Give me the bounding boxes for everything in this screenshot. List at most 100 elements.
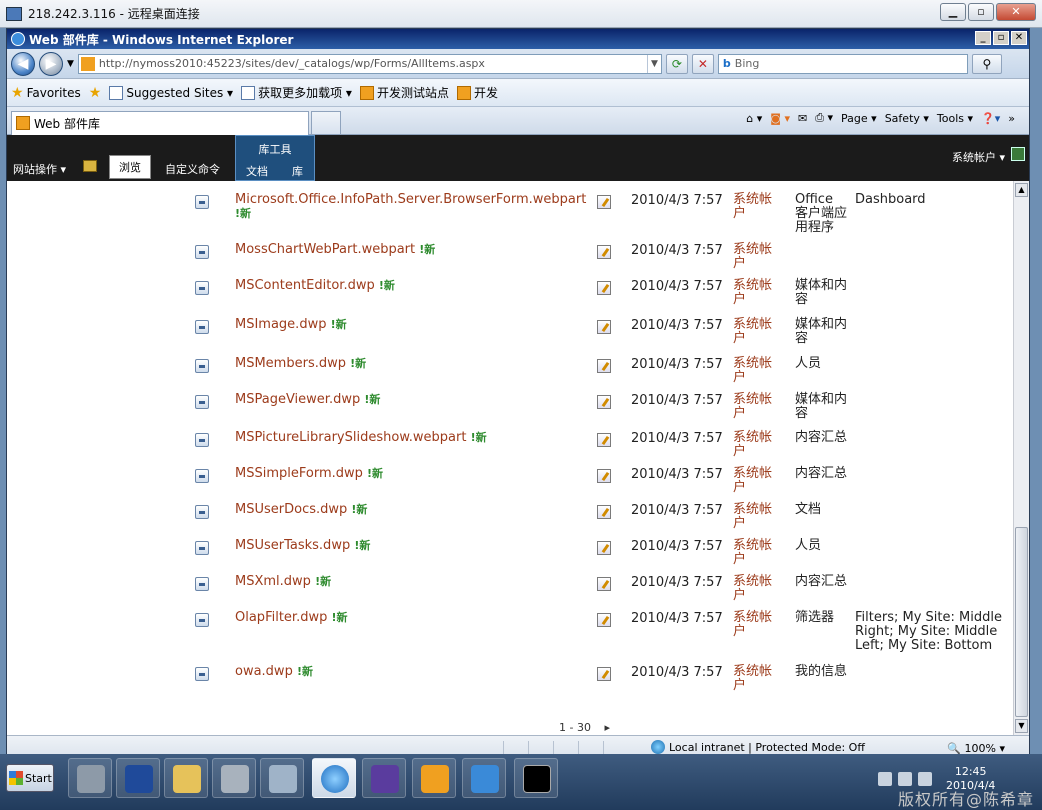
back-button[interactable]: ◀ [11, 51, 35, 76]
modified-by-link[interactable]: 系统帐户 [733, 357, 781, 385]
fav-item-dev[interactable]: 开发 [456, 84, 498, 101]
scroll-up-icon[interactable]: ▲ [1015, 183, 1028, 197]
tools-icon[interactable] [212, 758, 256, 798]
print-icon[interactable]: ⎙ ▾ [815, 111, 833, 125]
item-name-link[interactable]: MSUserDocs.dwp !新 [235, 503, 585, 517]
edit-icon[interactable] [597, 541, 611, 555]
help-icon[interactable]: ❓▾ [981, 112, 1000, 125]
item-name-link[interactable]: MSMembers.dwp !新 [235, 357, 585, 371]
search-input[interactable]: b Bing [717, 53, 968, 74]
tab-browse[interactable]: 浏览 [109, 155, 151, 179]
network-icon[interactable] [898, 772, 912, 786]
history-dropdown-icon[interactable]: ▼ [67, 59, 74, 69]
command-prompt-icon[interactable] [514, 758, 558, 798]
item-name-link[interactable]: MSPictureLibrarySlideshow.webpart !新 [235, 431, 585, 445]
item-name-link[interactable]: MSContentEditor.dwp !新 [235, 279, 585, 293]
favorites-button[interactable]: ★ Favorites [11, 85, 81, 101]
close-button[interactable]: ✕ [996, 3, 1036, 21]
edit-icon[interactable] [597, 613, 611, 627]
home-icon[interactable]: ⌂ ▾ [746, 112, 762, 125]
modified-by-link[interactable]: 系统帐户 [733, 539, 781, 567]
fav-item-devtest[interactable]: 开发测试站点 [359, 84, 449, 101]
modified-by-link[interactable]: 系统帐户 [733, 193, 781, 221]
next-page-icon[interactable]: ▸ [604, 721, 610, 734]
forward-button[interactable]: ▶ [39, 51, 63, 76]
edit-icon[interactable] [597, 505, 611, 519]
tab-documents[interactable]: 文档 [246, 163, 268, 179]
edit-icon[interactable] [597, 320, 611, 334]
restore-button[interactable]: ▫ [968, 3, 994, 21]
vertical-scrollbar[interactable]: ▲ ▼ [1013, 181, 1029, 735]
powershell-icon[interactable] [116, 758, 160, 798]
stop-button[interactable]: ✕ [691, 53, 714, 74]
modified-by-link[interactable]: 系统帐户 [733, 503, 781, 531]
sharepoint-designer-icon[interactable] [412, 758, 456, 798]
modified-by-link[interactable]: 系统帐户 [733, 665, 781, 693]
explorer-icon[interactable] [164, 758, 208, 798]
refresh-button[interactable]: ⟳ [665, 53, 688, 74]
edit-icon[interactable] [597, 245, 611, 259]
flag-icon[interactable] [878, 772, 892, 786]
tab-web-part-gallery[interactable]: Web 部件库 [11, 110, 309, 135]
tab-library[interactable]: 库 [292, 163, 303, 179]
server-manager-icon[interactable] [68, 758, 112, 798]
item-name-link[interactable]: owa.dwp !新 [235, 665, 585, 679]
browser-close-button[interactable]: ✕ [1011, 31, 1027, 45]
rss-icon[interactable]: ◙ ▾ [770, 112, 790, 125]
start-button[interactable]: Start [6, 764, 54, 792]
site-actions-menu[interactable]: 网站操作 ▾ [13, 161, 66, 177]
minimize-button[interactable]: ▁ [940, 3, 966, 21]
modified-by-link[interactable]: 系统帐户 [733, 243, 781, 271]
item-name-link[interactable]: MossChartWebPart.webpart !新 [235, 243, 585, 257]
more-chevron-icon[interactable]: » [1008, 112, 1015, 125]
deployment-icon[interactable] [462, 758, 506, 798]
edit-icon[interactable] [597, 469, 611, 483]
modified-by-link[interactable]: 系统帐户 [733, 318, 781, 346]
item-name-link[interactable]: MSSimpleForm.dwp !新 [235, 467, 585, 481]
services-icon[interactable] [260, 758, 304, 798]
browser-restore-button[interactable]: ▫ [993, 31, 1009, 45]
modified-by-link[interactable]: 系统帐户 [733, 467, 781, 495]
edit-icon[interactable] [597, 359, 611, 373]
mail-icon[interactable]: ✉ [798, 112, 807, 125]
fav-item-suggested[interactable]: Suggested Sites ▾ [109, 85, 233, 100]
modified-by-link[interactable]: 系统帐户 [733, 575, 781, 603]
edit-icon[interactable] [597, 667, 611, 681]
item-name-link[interactable]: Microsoft.Office.InfoPath.Server.Browser… [235, 193, 586, 221]
taskbar: Start 12:45 2010/4/4 [0, 754, 1042, 810]
modified-by-link[interactable]: 系统帐户 [733, 611, 781, 639]
url-dropdown-icon[interactable]: ▼ [646, 54, 661, 73]
browser-minimize-button[interactable]: _ [975, 31, 991, 45]
item-name-link[interactable]: OlapFilter.dwp !新 [235, 611, 585, 625]
page-menu[interactable]: Page ▾ [841, 112, 877, 125]
modified-by-link[interactable]: 系统帐户 [733, 431, 781, 459]
volume-icon[interactable] [918, 772, 932, 786]
internet-explorer-icon[interactable] [312, 758, 356, 798]
modified-by-link[interactable]: 系统帐户 [733, 393, 781, 421]
new-tab-button[interactable] [311, 110, 341, 135]
item-name-link[interactable]: MSPageViewer.dwp !新 [235, 393, 585, 407]
navigate-up-icon[interactable] [83, 160, 97, 172]
edit-icon[interactable] [597, 195, 611, 209]
edit-icon[interactable] [597, 395, 611, 409]
fav-item-addons[interactable]: 获取更多加载项 ▾ [241, 84, 352, 101]
account-menu[interactable]: 系统帐户 ▾ [952, 149, 1005, 165]
tab-customize[interactable]: 自定义命令 [165, 161, 220, 177]
item-name-link[interactable]: MSXml.dwp !新 [235, 575, 585, 589]
url-field[interactable]: http://nymoss2010:45223/sites/dev/_catal… [77, 53, 662, 74]
edit-icon[interactable] [597, 281, 611, 295]
tools-menu[interactable]: Tools ▾ [937, 112, 973, 125]
safety-menu[interactable]: Safety ▾ [885, 112, 929, 125]
edit-icon[interactable] [597, 433, 611, 447]
item-name-link[interactable]: MSImage.dwp !新 [235, 318, 585, 332]
scroll-down-icon[interactable]: ▼ [1015, 719, 1028, 733]
modified-by-link[interactable]: 系统帐户 [733, 279, 781, 307]
search-button[interactable]: ⚲ [971, 53, 1002, 74]
item-name-link[interactable]: MSUserTasks.dwp !新 [235, 539, 585, 553]
scroll-thumb[interactable] [1015, 527, 1028, 717]
edit-icon[interactable] [597, 577, 611, 591]
visual-studio-icon[interactable] [362, 758, 406, 798]
security-zone[interactable]: Local intranet | Protected Mode: Off [651, 740, 865, 754]
excel-icon[interactable] [1011, 147, 1025, 161]
add-favorite-icon[interactable]: ★ [89, 85, 102, 101]
